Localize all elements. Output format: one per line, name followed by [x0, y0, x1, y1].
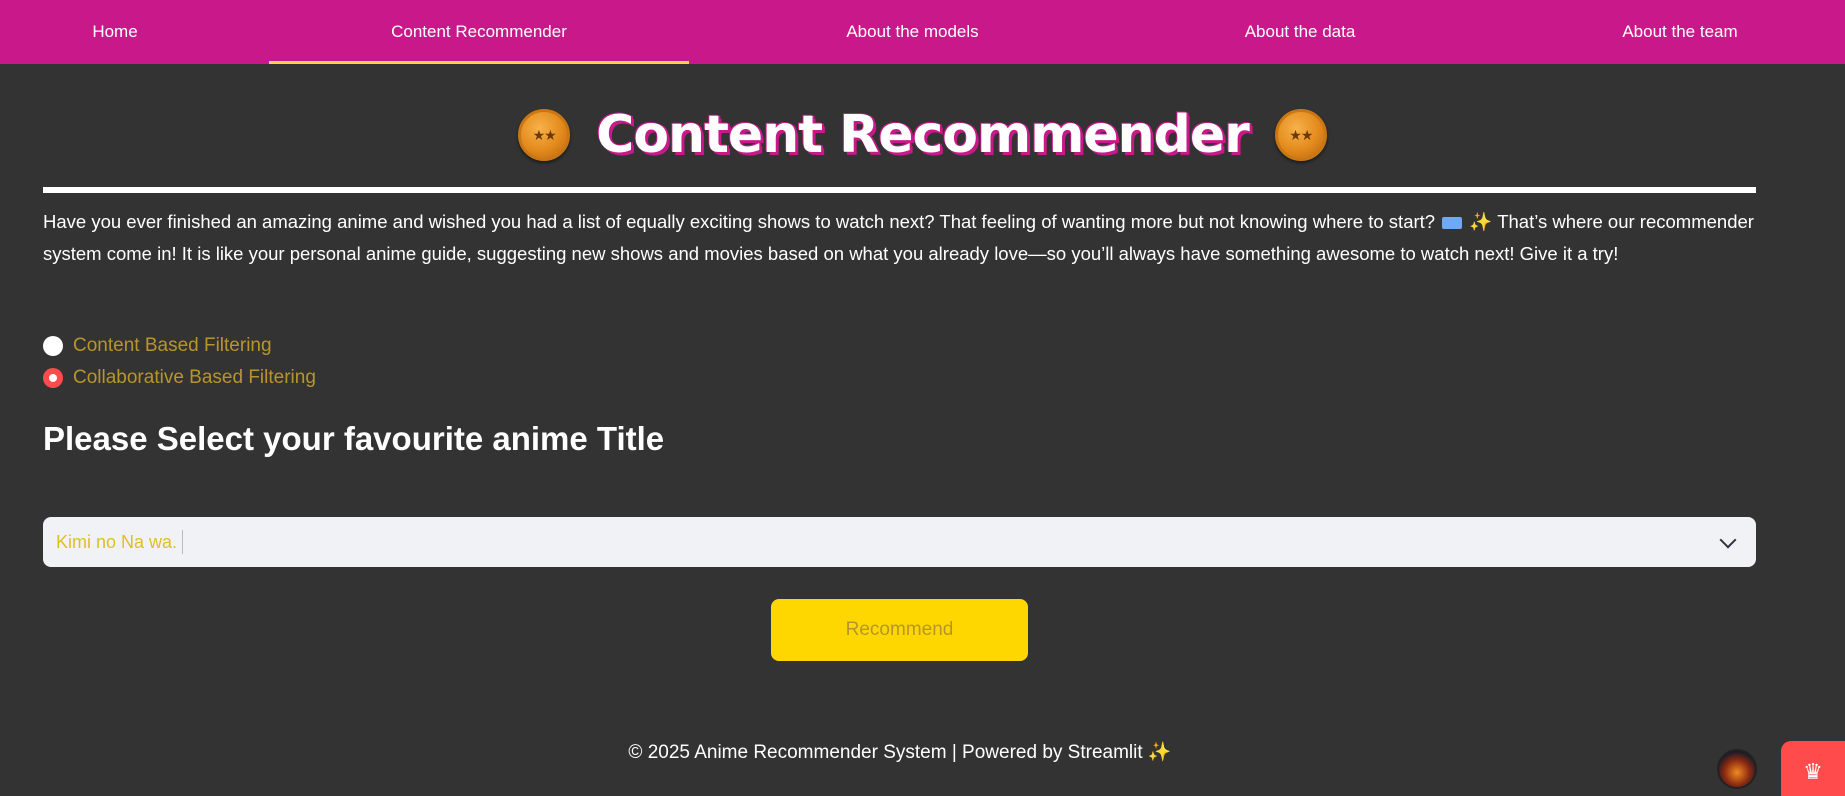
radio-button[interactable]	[43, 336, 63, 356]
select-heading: Please Select your favourite anime Title	[43, 420, 665, 457]
footer-text: © 2025 Anime Recommender System | Powere…	[628, 742, 1172, 763]
recommend-button[interactable]: Recommend	[771, 599, 1028, 661]
page-title: Content Recommender	[596, 105, 1250, 165]
radio-label: Collaborative Based Filtering	[73, 367, 316, 388]
nav-about-data[interactable]: About the data	[1220, 0, 1380, 64]
intro-text-part1: Have you ever finished an amazing anime …	[43, 211, 1436, 232]
ticket-icon	[1442, 217, 1463, 230]
crown-icon: ♛	[1803, 758, 1823, 784]
sparkles-icon: ✨	[1469, 211, 1493, 232]
streamlit-badge[interactable]: ♛	[1781, 741, 1845, 796]
select-value: Kimi no Na wa.	[56, 531, 178, 552]
nav-content-recommender[interactable]: Content Recommender	[269, 0, 689, 64]
radio-label: Content Based Filtering	[73, 335, 272, 356]
nav-about-team[interactable]: About the team	[1605, 0, 1755, 64]
title-divider	[43, 187, 1756, 193]
star-eyes-emoji-icon: ★★	[518, 109, 571, 161]
radio-collaborative-based[interactable]: Collaborative Based Filtering	[43, 362, 316, 394]
filter-radio-group: Content Based Filtering Collaborative Ba…	[43, 330, 316, 394]
radio-content-based[interactable]: Content Based Filtering	[43, 330, 316, 362]
chevron-down-icon[interactable]	[1719, 531, 1737, 549]
radio-button-selected[interactable]	[43, 368, 63, 388]
anime-title-select[interactable]: Kimi no Na wa.	[43, 517, 1756, 567]
nav-about-models[interactable]: About the models	[820, 0, 1005, 64]
text-caret	[182, 530, 184, 554]
top-navigation: Home Content Recommender About the model…	[0, 0, 1845, 64]
avatar[interactable]	[1717, 749, 1757, 789]
title-row: ★★ Content Recommender ★★	[0, 100, 1845, 170]
nav-home[interactable]: Home	[60, 0, 170, 64]
intro-paragraph: Have you ever finished an amazing anime …	[43, 206, 1763, 270]
star-eyes-emoji-icon: ★★	[1274, 109, 1327, 161]
